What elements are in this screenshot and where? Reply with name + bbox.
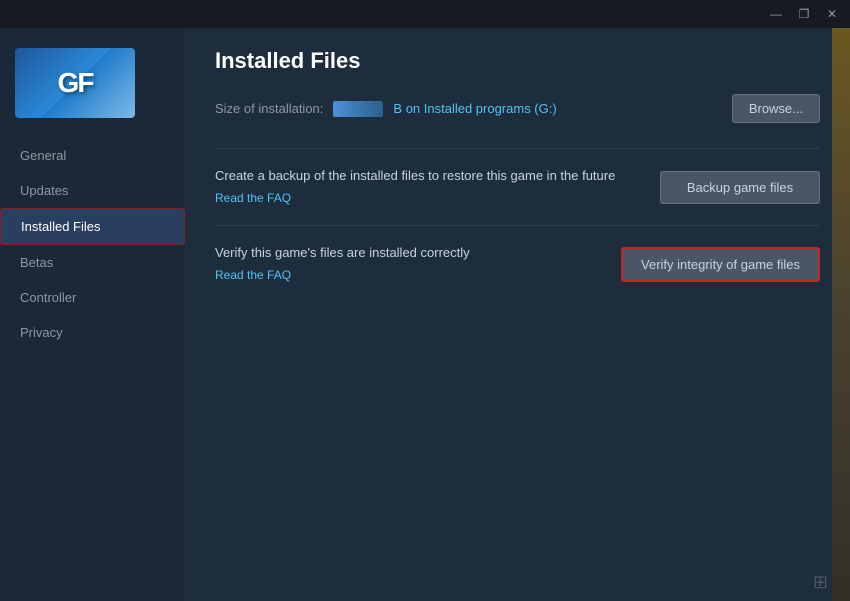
install-size-row: Size of installation: B on Installed pro… [215, 94, 820, 123]
backup-action-row: Create a backup of the installed files t… [215, 148, 820, 225]
game-logo: GF [15, 48, 135, 118]
backup-description: Create a backup of the installed files t… [215, 167, 640, 207]
sidebar-item-controller[interactable]: Controller [0, 280, 185, 315]
install-size-value: B on Installed programs (G:) [393, 101, 556, 116]
title-bar: — ❐ ✕ [0, 0, 850, 28]
sidebar-item-installed-files[interactable]: Installed Files [0, 208, 185, 245]
verify-description-text: Verify this game's files are installed c… [215, 244, 601, 262]
verify-integrity-button[interactable]: Verify integrity of game files [621, 247, 820, 282]
backup-description-text: Create a backup of the installed files t… [215, 167, 640, 185]
sidebar-item-updates[interactable]: Updates [0, 173, 185, 208]
restore-button[interactable]: ❐ [790, 0, 818, 28]
close-button[interactable]: ✕ [818, 0, 846, 28]
page-title: Installed Files [215, 48, 820, 74]
verify-description: Verify this game's files are installed c… [215, 244, 601, 284]
backup-button[interactable]: Backup game files [660, 171, 820, 204]
sidebar-item-betas[interactable]: Betas [0, 245, 185, 280]
verify-action-row: Verify this game's files are installed c… [215, 225, 820, 302]
art-strip [832, 28, 850, 601]
content-area: Installed Files Size of installation: B … [185, 28, 850, 601]
main-container: GF General Updates Installed Files Betas… [0, 28, 850, 601]
sidebar-item-privacy[interactable]: Privacy [0, 315, 185, 350]
grid-icon: ⊞ [813, 572, 828, 593]
verify-faq-link[interactable]: Read the FAQ [215, 268, 291, 282]
install-size-bar [333, 101, 383, 117]
backup-faq-link[interactable]: Read the FAQ [215, 191, 291, 205]
install-size-label: Size of installation: [215, 101, 323, 116]
browse-button[interactable]: Browse... [732, 94, 820, 123]
sidebar: GF General Updates Installed Files Betas… [0, 28, 185, 601]
sidebar-item-general[interactable]: General [0, 138, 185, 173]
minimize-button[interactable]: — [762, 0, 790, 28]
